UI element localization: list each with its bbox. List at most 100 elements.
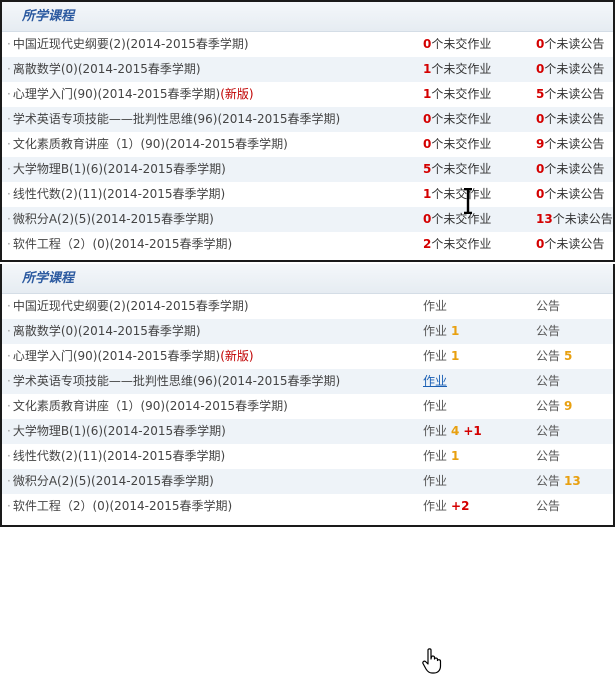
course-row: · 大学物理B(1)(6)(2014-2015春季学期) 作业 4 +1 公告 [2, 419, 613, 444]
unsubmitted-homework-link[interactable]: 5个未交作业 [423, 157, 491, 182]
unread-announcement-link[interactable]: 0个未读公告 [536, 107, 604, 132]
course-name-link[interactable]: · 心理学入门(90)(2014-2015春季学期)(新版) [7, 344, 254, 369]
course-name-link[interactable]: · 中国近现代史纲要(2)(2014-2015春季学期) [7, 32, 249, 57]
homework-cell: 作业 1 [423, 319, 459, 344]
course-name-link[interactable]: · 学术英语专项技能——批判性思维(96)(2014-2015春季学期) [7, 369, 340, 394]
unread-label: 个未读公告 [544, 37, 605, 51]
course-name-link[interactable]: · 软件工程（2）(0)(2014-2015春季学期) [7, 232, 232, 257]
announcement-link[interactable]: 公告 [536, 399, 560, 413]
panel-title: 所学课程 [2, 2, 613, 32]
bullet-icon: · [7, 187, 11, 201]
course-row: · 软件工程（2）(0)(2014-2015春季学期) 作业 +2 公告 [2, 494, 613, 519]
announcement-link[interactable]: 公告 [536, 474, 560, 488]
course-name-link[interactable]: · 离散数学(0)(2014-2015春季学期) [7, 57, 201, 82]
unsubmitted-label: 个未交作业 [431, 212, 492, 226]
course-name-link[interactable]: · 中国近现代史纲要(2)(2014-2015春季学期) [7, 294, 249, 319]
unsubmitted-homework-link[interactable]: 2个未交作业 [423, 232, 491, 257]
course-name-link[interactable]: · 大学物理B(1)(6)(2014-2015春季学期) [7, 419, 226, 444]
course-name: 心理学入门(90)(2014-2015春季学期) [12, 349, 221, 363]
announcement-link[interactable]: 公告 [536, 324, 560, 338]
course-row: · 微积分A(2)(5)(2014-2015春季学期) 作业 公告 13 [2, 469, 613, 494]
homework-link[interactable]: 作业 [423, 424, 447, 438]
unread-announcement-link[interactable]: 0个未读公告 [536, 232, 604, 257]
unread-announcement-link[interactable]: 9个未读公告 [536, 132, 604, 157]
course-name-link[interactable]: · 文化素质教育讲座（1）(90)(2014-2015春季学期) [7, 394, 288, 419]
announcement-link[interactable]: 公告 [536, 349, 560, 363]
course-row: · 心理学入门(90)(2014-2015春季学期)(新版) 1个未交作业 5个未读公… [2, 82, 613, 107]
unread-announcement-link[interactable]: 0个未读公告 [536, 182, 604, 207]
unread-announcement-link[interactable]: 5个未读公告 [536, 82, 604, 107]
homework-cell: 作业 1 [423, 444, 459, 469]
unsubmitted-homework-link[interactable]: 0个未交作业 [423, 107, 491, 132]
course-name-link[interactable]: · 大学物理B(1)(6)(2014-2015春季学期) [7, 157, 226, 182]
unsubmitted-homework-link[interactable]: 1个未交作业 [423, 57, 491, 82]
homework-link[interactable]: 作业 [423, 474, 447, 488]
course-name-link[interactable]: · 软件工程（2）(0)(2014-2015春季学期) [7, 494, 232, 519]
announcement-cell: 公告 [536, 444, 560, 469]
bullet-icon: · [7, 37, 11, 51]
bullet-icon: · [7, 162, 11, 176]
course-name-link[interactable]: · 微积分A(2)(5)(2014-2015春季学期) [7, 207, 214, 232]
course-name: 学术英语专项技能——批判性思维(96)(2014-2015春季学期) [12, 112, 341, 126]
announcement-link[interactable]: 公告 [536, 499, 560, 513]
unread-label: 个未读公告 [544, 112, 605, 126]
course-name: 微积分A(2)(5)(2014-2015春季学期) [12, 212, 214, 226]
announcement-cell: 公告 [536, 419, 560, 444]
homework-link[interactable]: 作业 [423, 349, 447, 363]
unread-announcement-link[interactable]: 0个未读公告 [536, 57, 604, 82]
homework-link[interactable]: 作业 [423, 299, 447, 313]
course-list: · 中国近现代史纲要(2)(2014-2015春季学期) 0个未交作业 0个未读公告 ·… [2, 32, 613, 257]
course-name-link[interactable]: · 文化素质教育讲座（1）(90)(2014-2015春季学期) [7, 132, 288, 157]
bullet-icon: · [7, 449, 11, 463]
homework-link[interactable]: 作业 [423, 374, 447, 388]
hand-pointer-cursor-icon [422, 648, 442, 674]
homework-link[interactable]: 作业 [423, 499, 447, 513]
unsubmitted-homework-link[interactable]: 0个未交作业 [423, 207, 491, 232]
unsubmitted-homework-link[interactable]: 1个未交作业 [423, 182, 491, 207]
course-name: 中国近现代史纲要(2)(2014-2015春季学期) [12, 37, 249, 51]
course-name-link[interactable]: · 离散数学(0)(2014-2015春季学期) [7, 319, 201, 344]
course-name-link[interactable]: · 学术英语专项技能——批判性思维(96)(2014-2015春季学期) [7, 107, 340, 132]
announcement-link[interactable]: 公告 [536, 299, 560, 313]
homework-link[interactable]: 作业 [423, 449, 447, 463]
unsubmitted-homework-link[interactable]: 0个未交作业 [423, 132, 491, 157]
announcement-link[interactable]: 公告 [536, 424, 560, 438]
course-row: · 离散数学(0)(2014-2015春季学期) 作业 1 公告 [2, 319, 613, 344]
unsubmitted-label: 个未交作业 [431, 137, 492, 151]
announcement-link[interactable]: 公告 [536, 374, 560, 388]
bullet-icon: · [7, 299, 11, 313]
new-version-tag: (新版) [220, 87, 254, 101]
course-name-link[interactable]: · 心理学入门(90)(2014-2015春季学期)(新版) [7, 82, 254, 107]
unread-label: 个未读公告 [544, 87, 605, 101]
unread-announcement-link[interactable]: 0个未读公告 [536, 157, 604, 182]
course-row: · 线性代数(2)(11)(2014-2015春季学期) 1个未交作业 0个未读公告 [2, 182, 613, 207]
course-row: · 微积分A(2)(5)(2014-2015春季学期) 0个未交作业 13个未读公告 [2, 207, 613, 232]
course-row: · 大学物理B(1)(6)(2014-2015春季学期) 5个未交作业 0个未读公告 [2, 157, 613, 182]
bullet-icon: · [7, 237, 11, 251]
course-name-link[interactable]: · 微积分A(2)(5)(2014-2015春季学期) [7, 469, 214, 494]
homework-link[interactable]: 作业 [423, 399, 447, 413]
unsubmitted-label: 个未交作业 [431, 112, 492, 126]
course-name-link[interactable]: · 线性代数(2)(11)(2014-2015春季学期) [7, 444, 225, 469]
unsubmitted-homework-link[interactable]: 0个未交作业 [423, 32, 491, 57]
course-name: 学术英语专项技能——批判性思维(96)(2014-2015春季学期) [12, 374, 341, 388]
unread-announcement-link[interactable]: 13个未读公告 [536, 207, 613, 232]
unread-label: 个未读公告 [544, 162, 605, 176]
course-name: 离散数学(0)(2014-2015春季学期) [12, 324, 201, 338]
unread-label: 个未读公告 [544, 237, 605, 251]
unread-announcement-link[interactable]: 0个未读公告 [536, 32, 604, 57]
unsubmitted-homework-link[interactable]: 1个未交作业 [423, 82, 491, 107]
homework-link[interactable]: 作业 [423, 324, 447, 338]
announcement-link[interactable]: 公告 [536, 449, 560, 463]
course-name-link[interactable]: · 线性代数(2)(11)(2014-2015春季学期) [7, 182, 225, 207]
announcement-cell: 公告 5 [536, 344, 572, 369]
announcement-cell: 公告 13 [536, 469, 581, 494]
homework-new-count: +2 [451, 499, 470, 513]
course-row: · 软件工程（2）(0)(2014-2015春季学期) 2个未交作业 0个未读公告 [2, 232, 613, 257]
course-row: · 心理学入门(90)(2014-2015春季学期)(新版) 作业 1 公告 5 [2, 344, 613, 369]
bullet-icon: · [7, 324, 11, 338]
homework-cell: 作业 +2 [423, 494, 469, 519]
homework-cell: 作业 [423, 369, 447, 394]
course-row: · 线性代数(2)(11)(2014-2015春季学期) 作业 1 公告 [2, 444, 613, 469]
unsubmitted-label: 个未交作业 [431, 162, 492, 176]
